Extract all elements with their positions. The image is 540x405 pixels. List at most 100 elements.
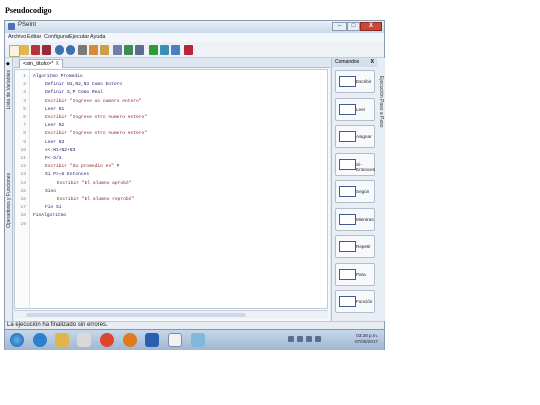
flowchart-icon[interactable]: [171, 45, 180, 55]
tray-icon[interactable]: [288, 336, 294, 342]
scrollbar-thumb[interactable]: [26, 313, 246, 317]
line-number: 8: [23, 131, 26, 137]
title-bar[interactable]: PSeInt – □ X: [5, 21, 384, 33]
pin-icon[interactable]: ◆: [6, 61, 10, 67]
command-seg-n[interactable]: Según: [335, 180, 375, 203]
code-line: FinAlgoritmo: [33, 213, 67, 219]
maximize-button[interactable]: □: [347, 22, 360, 31]
command-repetir[interactable]: Repetir: [335, 235, 375, 258]
indent-icon[interactable]: [113, 45, 122, 55]
save-icon[interactable]: [31, 45, 40, 55]
pseint-taskbar-icon[interactable]: [168, 333, 182, 347]
internet-explorer-icon[interactable]: [33, 333, 47, 347]
taskbar-clock[interactable]: 03:38 p.m. 07/05/2017: [355, 333, 378, 345]
replace-icon[interactable]: [135, 45, 144, 55]
volume-icon[interactable]: [315, 336, 321, 342]
operators-functions-tab[interactable]: Operadores y Funciones: [6, 173, 12, 228]
step-run-icon[interactable]: [160, 45, 169, 55]
command-mientras[interactable]: Mientras: [335, 207, 375, 231]
media-icon[interactable]: [77, 333, 91, 347]
menu-ejecutar[interactable]: Ejecutar: [69, 34, 89, 40]
command-label: Si-Entonces: [356, 161, 376, 172]
commands-title: Comandos: [335, 59, 360, 65]
command-symbol-icon: [339, 213, 356, 225]
command-symbol-icon: [339, 103, 356, 115]
line-number: 15: [20, 188, 26, 194]
paste-icon[interactable]: [100, 45, 109, 55]
start-button-icon[interactable]: [10, 333, 24, 347]
search-icon[interactable]: [124, 45, 133, 55]
command-asignar[interactable]: Asignar: [335, 125, 375, 148]
app-icon: [8, 23, 15, 30]
left-side-tabs: ◆ Lista de Variables Operadores y Funcio…: [5, 58, 13, 321]
menu-editar[interactable]: Editar: [27, 34, 41, 40]
code-line: Escribir "El alumno reprobó": [57, 197, 135, 202]
copy-icon[interactable]: [89, 45, 98, 55]
command-symbol-icon: [339, 186, 356, 197]
menu-ayuda[interactable]: Ayuda: [90, 34, 106, 40]
command-symbol-icon: [339, 158, 356, 170]
code-line: Escribir "Ingrese otro numero entero": [45, 131, 147, 137]
code-line: Definir S,P Como Real: [45, 90, 103, 96]
file-explorer-icon[interactable]: [55, 333, 69, 347]
command-escribir[interactable]: Escribir: [335, 70, 375, 93]
firefox-icon[interactable]: [123, 333, 137, 347]
minimize-button[interactable]: –: [332, 22, 347, 31]
line-number: 3: [23, 90, 26, 96]
run-icon[interactable]: [149, 45, 158, 55]
variables-list-tab[interactable]: Lista de Variables: [6, 70, 12, 109]
commands-close-icon[interactable]: X: [371, 58, 374, 67]
help-icon[interactable]: [184, 45, 193, 55]
editor-tab-label: <sin_titulo>*: [23, 61, 54, 67]
chrome-icon[interactable]: [100, 333, 114, 347]
line-number: 7: [23, 123, 26, 129]
step-execution-tab[interactable]: Ejecución Paso a Paso: [378, 76, 384, 127]
code-line: Leer N2: [45, 123, 65, 129]
code-line: Escribir "Ingrese otro numero entero": [45, 115, 147, 120]
new-file-icon[interactable]: [9, 45, 20, 57]
code-line: Fin Si: [45, 205, 62, 211]
horizontal-scrollbar[interactable]: [14, 310, 328, 319]
close-tab-icon[interactable]: X: [56, 60, 59, 68]
editor-tab[interactable]: <sin_titulo>* X: [19, 59, 63, 68]
editor-area: <sin_titulo>* X 1 Algoritmo Promedio 2 Defi…: [14, 58, 330, 321]
line-number: 12: [20, 164, 26, 170]
code-line: Escribir "Ingrese un numero entero": [45, 98, 142, 104]
menu-configurar[interactable]: Configurar: [44, 34, 70, 40]
code-line: Escribir "El alumno aprobó": [57, 180, 132, 186]
code-line: Leer N1: [45, 106, 65, 112]
command-label: Repetir: [356, 244, 371, 249]
code-editor[interactable]: 1 Algoritmo Promedio 2 Definir N1,N2,N3 Com…: [14, 69, 328, 309]
command-symbol-icon: [339, 296, 356, 307]
line-number: 14: [20, 180, 26, 186]
close-button[interactable]: X: [360, 22, 382, 31]
line-number: 10: [20, 147, 26, 153]
word-icon[interactable]: [145, 333, 159, 347]
flag-icon[interactable]: [297, 336, 303, 342]
command-para[interactable]: Para: [335, 262, 375, 286]
command-symbol-icon: [339, 268, 356, 280]
commands-panel: Comandos X Escribir Leer Asignar Si-Entonce…: [331, 58, 377, 321]
command-funci-n[interactable]: Función: [335, 290, 375, 313]
paint-icon[interactable]: [191, 333, 205, 347]
line-number: 19: [20, 221, 26, 227]
network-icon[interactable]: [306, 336, 312, 342]
command-label: Escribir: [356, 79, 372, 84]
save-as-icon[interactable]: [42, 45, 51, 55]
open-file-icon[interactable]: [20, 45, 29, 55]
redo-icon[interactable]: [66, 45, 75, 55]
line-number: 18: [20, 213, 26, 219]
undo-icon[interactable]: [55, 45, 64, 55]
code-line: Definir N1,N2,N3 Como Entero: [45, 82, 123, 88]
clock-date: 07/05/2017: [355, 339, 378, 344]
commands-panel-header: Comandos X: [332, 58, 377, 67]
command-symbol-icon: [339, 241, 356, 252]
menu-bar: Archivo Editar Configurar Ejecutar Ayuda: [5, 33, 384, 42]
cut-icon[interactable]: [78, 45, 87, 55]
command-leer[interactable]: Leer: [335, 97, 375, 121]
menu-archivo[interactable]: Archivo: [8, 34, 26, 40]
command-label: Mientras: [356, 216, 374, 222]
command-label: Asignar: [356, 134, 372, 139]
taskbar: 03:38 p.m. 07/05/2017: [5, 329, 384, 350]
command-si-entonces[interactable]: Si-Entonces: [335, 152, 376, 176]
